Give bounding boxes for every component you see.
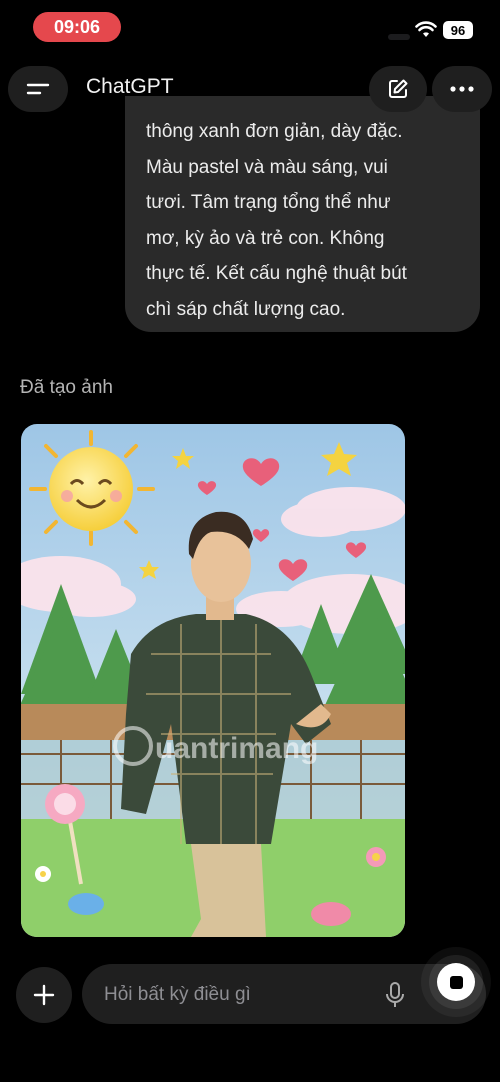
status-bar: 09:06 96 (0, 0, 500, 56)
message-line: chì sáp chất lượng cao. (146, 298, 346, 320)
svg-text:uantrimang: uantrimang (155, 732, 318, 765)
message-line: thông xanh đơn giản, dày đặc. (146, 121, 403, 142)
status-time: 09:06 (33, 12, 121, 42)
message-composer (82, 964, 486, 1024)
message-line: tươi. Tâm trạng tổng thể như (146, 192, 391, 213)
message-input[interactable] (102, 978, 376, 1012)
plus-icon (33, 984, 55, 1006)
new-chat-button[interactable] (369, 66, 427, 112)
stop-icon (449, 975, 463, 989)
sidebar-menu-icon (26, 83, 50, 95)
microphone-icon[interactable] (385, 981, 405, 1009)
generated-image-label: Đã tạo ảnh (20, 377, 113, 398)
message-line: Màu pastel và màu sáng, vui (146, 156, 388, 178)
more-dots-icon (450, 86, 474, 92)
more-options-button[interactable] (432, 66, 492, 112)
wifi-icon (415, 21, 437, 37)
stop-generation-button[interactable] (437, 963, 475, 1001)
attach-button[interactable] (16, 967, 72, 1023)
message-line: mơ, kỳ ảo và trẻ con. Không (146, 227, 385, 249)
message-line: thực tế. Kết cấu nghệ thuật bút (146, 263, 407, 284)
generated-illustration: uantrimang (21, 424, 405, 937)
compose-icon (389, 79, 408, 98)
user-message-bubble: thông xanh đơn giản, dày đặc. Màu pastel… (125, 96, 480, 332)
generated-image[interactable]: uantrimang (21, 424, 405, 937)
battery-indicator: 96 (443, 21, 473, 39)
menu-button[interactable] (8, 66, 68, 112)
app-title: ChatGPT (86, 75, 174, 98)
app-header: ChatGPT (0, 60, 500, 118)
status-indicator (388, 34, 410, 40)
